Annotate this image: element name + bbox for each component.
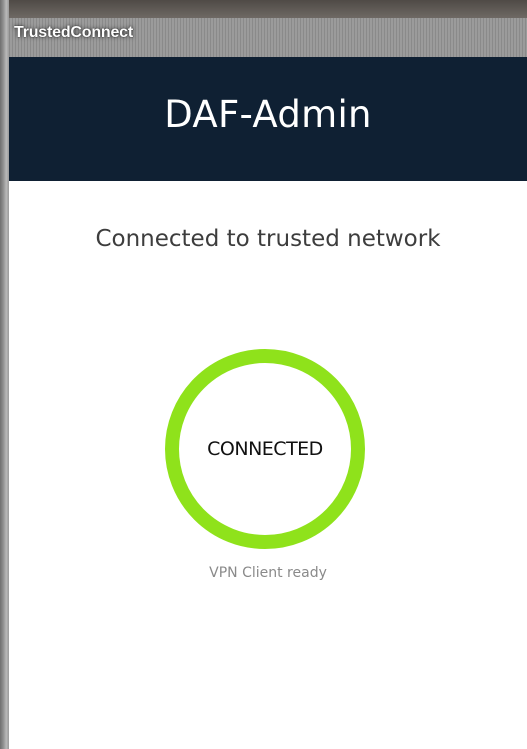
main-content: Connected to trusted network CONNECTED V… — [9, 181, 527, 749]
title-bar-top-edge — [0, 0, 527, 18]
window-title: TrustedConnect — [14, 24, 133, 41]
app-window: TrustedConnect DAF-Admin Connected to tr… — [0, 0, 527, 749]
profile-header: DAF-Admin — [9, 57, 527, 181]
window-left-border — [0, 0, 9, 749]
connection-status-button[interactable]: CONNECTED — [165, 349, 365, 549]
connection-status-label: CONNECTED — [207, 438, 323, 460]
profile-name: DAF-Admin — [164, 93, 372, 136]
network-status-message: Connected to trusted network — [95, 226, 441, 252]
vpn-client-status: VPN Client ready — [209, 565, 327, 581]
title-bar[interactable]: TrustedConnect — [0, 0, 527, 57]
